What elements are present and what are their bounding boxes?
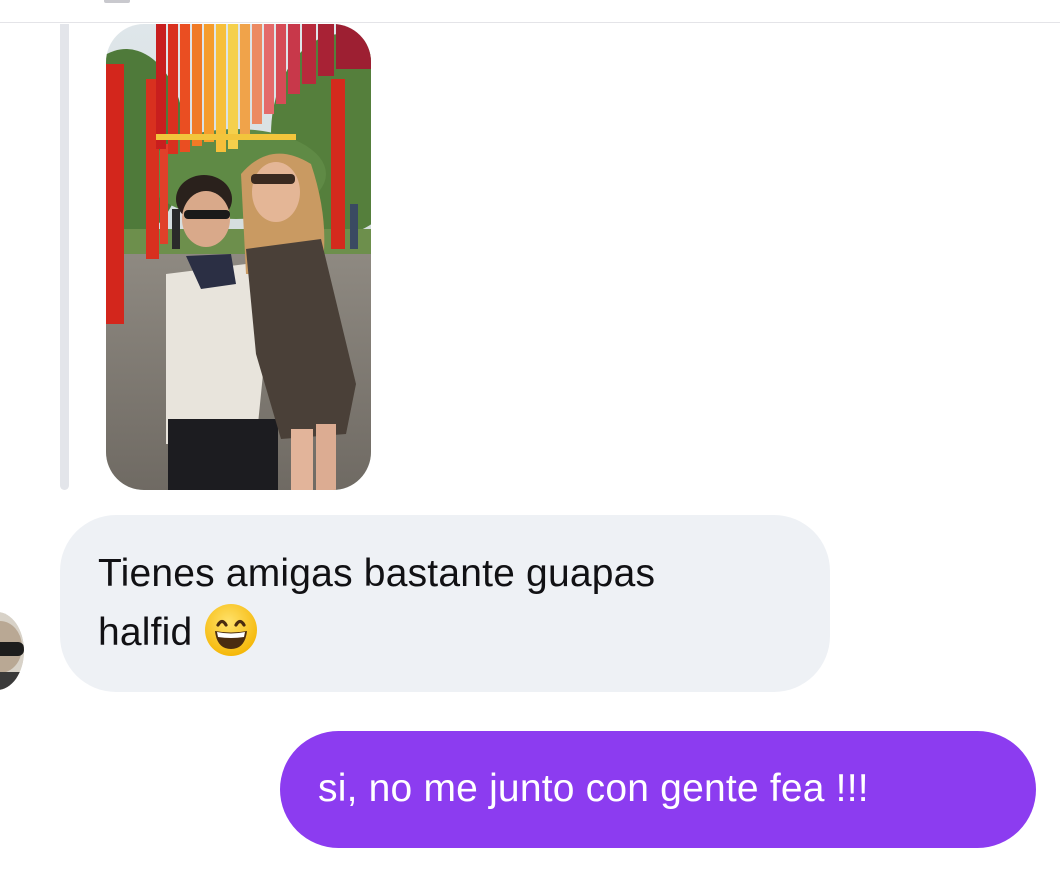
message-text-line-1: Tienes amigas bastante guapas: [98, 552, 656, 595]
shared-photo[interactable]: [106, 24, 371, 490]
message-bubble-sent[interactable]: si, no me junto con gente fea !!!: [280, 731, 1036, 848]
message-text-line-2: halfid: [98, 603, 792, 662]
grinning-face-emoji-icon: [205, 604, 258, 656]
sender-avatar[interactable]: [0, 612, 24, 690]
header-divider: [0, 22, 1060, 23]
header-fragment: [104, 0, 130, 3]
message-text-line-2-text: halfid: [98, 611, 193, 654]
photo-image: [106, 24, 371, 490]
message-bubble-received[interactable]: Tienes amigas bastante guapas halfid: [60, 515, 830, 692]
reply-indicator-bar: [60, 24, 69, 490]
message-text: si, no me junto con gente fea !!!: [318, 767, 869, 810]
avatar-image: [0, 612, 24, 690]
